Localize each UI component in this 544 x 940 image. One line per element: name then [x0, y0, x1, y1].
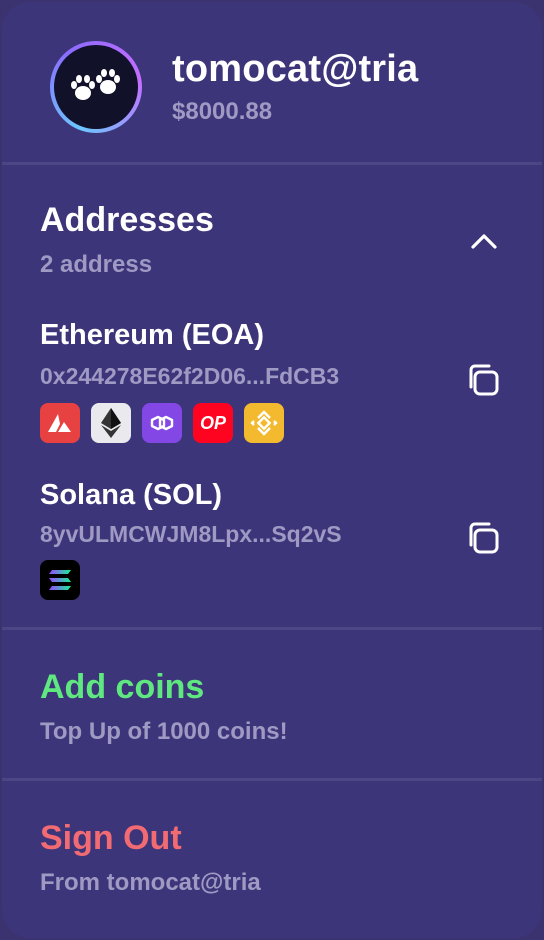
address-name-solana: Solana (SOL) — [40, 479, 223, 511]
profile-header: tomocat@tria $8000.88 — [2, 2, 542, 162]
polygon-icon — [142, 403, 182, 443]
sign-out-subtitle: From tomocat@tria — [40, 869, 261, 896]
addresses-title: Addresses — [40, 201, 214, 239]
username: tomocat@tria — [172, 48, 419, 90]
solana-chain-list — [40, 560, 80, 600]
chevron-up-icon — [471, 234, 497, 249]
ethereum-chain-list: OP — [40, 403, 284, 443]
copy-address-ethereum-button[interactable] — [460, 357, 506, 403]
add-coins-button[interactable]: Add coins — [40, 668, 204, 707]
avalanche-icon — [40, 403, 80, 443]
optimism-label: OP — [199, 412, 226, 433]
optimism-icon: OP — [193, 403, 233, 443]
sign-out-button[interactable]: Sign Out — [40, 819, 182, 858]
sign-out-section[interactable]: Sign Out From tomocat@tria — [2, 781, 542, 938]
account-panel: tomocat@tria $8000.88 Addresses 2 addres… — [2, 2, 542, 938]
bnb-icon — [244, 403, 284, 443]
copy-icon — [469, 364, 499, 396]
address-value-solana: 8yvULMCWJM8Lpx...Sq2vS — [40, 521, 342, 547]
add-coins-section[interactable]: Add coins Top Up of 1000 coins! — [2, 630, 542, 778]
ethereum-icon — [91, 403, 131, 443]
address-value-ethereum: 0x244278E62f2D06...FdCB3 — [40, 363, 340, 389]
add-coins-subtitle: Top Up of 1000 coins! — [40, 718, 288, 745]
address-name-ethereum: Ethereum (EOA) — [40, 319, 264, 351]
copy-icon — [469, 522, 499, 554]
addresses-section: Addresses 2 address Ethereum (EOA) 0x244… — [2, 165, 542, 627]
paw-icon — [54, 45, 138, 129]
balance: $8000.88 — [172, 98, 273, 125]
collapse-button[interactable] — [462, 219, 506, 263]
solana-icon — [40, 560, 80, 600]
addresses-count: 2 address — [40, 251, 153, 278]
copy-address-solana-button[interactable] — [460, 515, 506, 561]
avatar[interactable] — [50, 41, 142, 133]
